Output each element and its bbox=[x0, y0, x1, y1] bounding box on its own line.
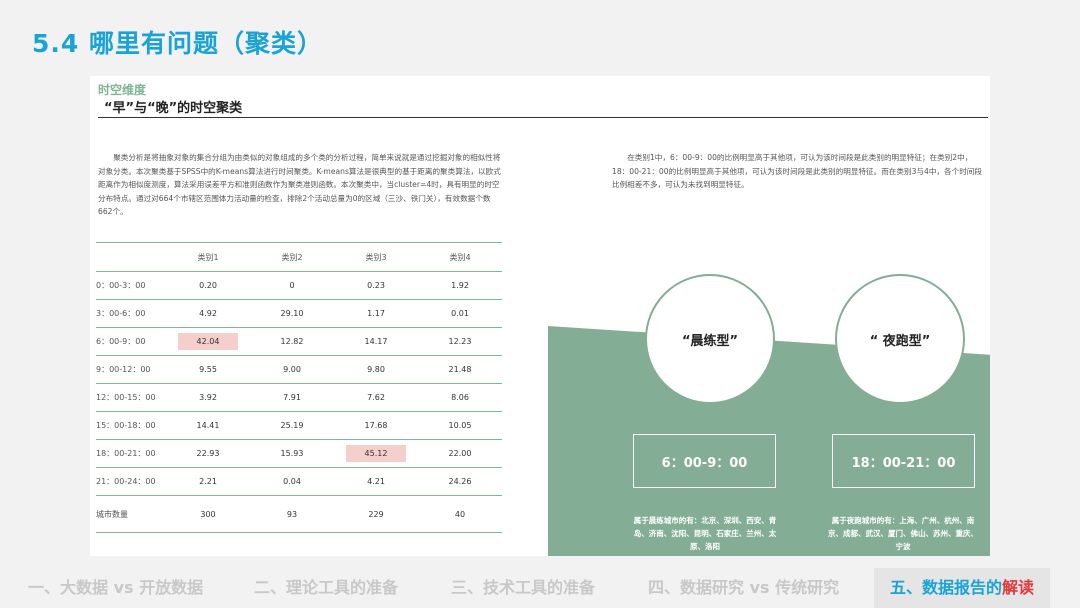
highlighted-cell: 45.12 bbox=[346, 445, 406, 462]
time-cell: 3：00-6：00 bbox=[96, 299, 166, 328]
nav-item-data-research[interactable]: 四、数据研究 vs 传统研究 bbox=[648, 568, 839, 608]
table-cell: 300 bbox=[200, 509, 216, 519]
table-row: 15：00-18：00 14.41 25.19 17.68 10.05 bbox=[96, 411, 502, 440]
night-type-label: “ 夜跑型” bbox=[869, 333, 931, 349]
table-cell: 7.91 bbox=[283, 393, 301, 402]
table-cell: 40 bbox=[454, 509, 466, 519]
morning-type-circle: “晨练型” bbox=[645, 274, 775, 404]
table-cell: 14.41 bbox=[196, 421, 220, 430]
table-cell: 12.23 bbox=[448, 337, 472, 346]
table-cell: 9.00 bbox=[283, 365, 301, 374]
bottom-nav: 一、大数据 vs 开放数据 二、理论工具的准备 三、技术工具的准备 四、数据研究… bbox=[0, 568, 1080, 608]
table-cell: 15.93 bbox=[280, 449, 304, 458]
table-cell: 22.00 bbox=[448, 449, 472, 458]
table-cell: 1.17 bbox=[367, 309, 385, 318]
table-cell: 29.10 bbox=[280, 309, 304, 318]
time-cell: 18：00-21：00 bbox=[96, 439, 166, 468]
table-cell: 22.93 bbox=[196, 449, 220, 458]
table-cell: 25.19 bbox=[280, 421, 304, 430]
table-cell: 17.68 bbox=[364, 421, 388, 430]
table-cell: 9.55 bbox=[199, 365, 217, 374]
night-time-label: 18：00-21：00 bbox=[851, 455, 956, 471]
nav-active-prefix: 五、数据报告的 bbox=[890, 578, 1003, 597]
nav-item-data-report[interactable]: 五、数据报告的解读 bbox=[874, 568, 1051, 608]
table-header: 类别3 bbox=[334, 242, 418, 272]
table-cell: 4.21 bbox=[367, 477, 385, 486]
morning-time-box: 6：00-9：00 bbox=[633, 434, 776, 488]
section-tag: 时空维度 bbox=[98, 83, 147, 97]
table-cell: 3.92 bbox=[199, 393, 217, 402]
table-row: 9：00-12：00 9.55 9.00 9.80 21.48 bbox=[96, 355, 502, 384]
table-row: 3：00-6：00 4.92 29.10 1.17 0.01 bbox=[96, 299, 502, 328]
time-cell: 0：00-3：00 bbox=[96, 271, 166, 300]
content-panel: 时空维度 “早”与“晚”的时空聚类 聚类分析是将抽象对象的集合分组为由类似的对象… bbox=[90, 76, 990, 556]
nav-item-big-data[interactable]: 一、大数据 vs 开放数据 bbox=[28, 568, 203, 608]
table-cell: 0 bbox=[289, 281, 295, 290]
table-row: 21：00-24：00 2.21 0.04 4.21 24.26 bbox=[96, 467, 502, 496]
table-cell: 1.92 bbox=[451, 281, 469, 290]
time-cell: 15：00-18：00 bbox=[96, 411, 166, 440]
time-cell: 21：00-24：00 bbox=[96, 467, 166, 496]
table-cell: 14.17 bbox=[364, 337, 388, 346]
table-row: 18：00-21：00 22.93 15.93 45.12 22.00 bbox=[96, 439, 502, 468]
table-cell: 93 bbox=[286, 509, 298, 519]
table-cell: 0.20 bbox=[199, 281, 217, 290]
table-cell: 4.92 bbox=[199, 309, 217, 318]
table-header: 类别1 bbox=[166, 242, 250, 272]
table-cell: 24.26 bbox=[448, 477, 472, 486]
paragraph-right: 在类别1中，6：00-9：00的比例明显高于其他项，可认为该时间段是此类别的明显… bbox=[612, 153, 982, 190]
night-type-circle: “ 夜跑型” bbox=[835, 274, 965, 404]
table-cell: 7.62 bbox=[367, 393, 385, 402]
nav-active-suffix: 解读 bbox=[1002, 578, 1035, 597]
table-header: 类别4 bbox=[418, 242, 502, 272]
nav-item-tech-tools[interactable]: 三、技术工具的准备 bbox=[451, 568, 595, 608]
time-cell: 12：00-15：00 bbox=[96, 383, 166, 412]
night-time-box: 18：00-21：00 bbox=[832, 434, 975, 488]
table-cell: 21.48 bbox=[448, 365, 472, 374]
table-cell: 229 bbox=[368, 509, 384, 519]
table-cell: 0.04 bbox=[283, 477, 301, 486]
morning-type-label: “晨练型” bbox=[681, 333, 739, 349]
table-header-row: 类别1 类别2 类别3 类别4 bbox=[96, 242, 502, 272]
night-cities-text: 属于夜跑城市的有：上海、广州、杭州、南京、成都、武汉、厦门、佛山、苏州、重庆、宁… bbox=[828, 516, 978, 551]
highlighted-cell: 42.04 bbox=[178, 333, 238, 350]
time-cell: 城市数量 bbox=[96, 495, 166, 533]
paragraph-left: 聚类分析是将抽象对象的集合分组为由类似的对象组成的多个类的分析过程，简单来说就是… bbox=[98, 153, 501, 217]
table-cell: 12.82 bbox=[280, 337, 304, 346]
table-cell: 9.80 bbox=[367, 365, 385, 374]
page-title: 5.4 哪里有问题（聚类） bbox=[32, 29, 323, 58]
table-header: 类别2 bbox=[250, 242, 334, 272]
table-cell: 8.06 bbox=[451, 393, 469, 402]
table-header bbox=[96, 242, 166, 272]
table-cell: 0.23 bbox=[367, 281, 385, 290]
divider bbox=[98, 117, 988, 118]
table-cell: 0.01 bbox=[451, 309, 469, 318]
table-row: 城市数量 300 93 229 40 bbox=[96, 495, 502, 533]
section-title: “早”与“晚”的时空聚类 bbox=[104, 101, 243, 116]
table-row: 12：00-15：00 3.92 7.91 7.62 8.06 bbox=[96, 383, 502, 412]
cluster-table: 类别1 类别2 类别3 类别4 0：00-3：00 0.20 0 0.23 1.… bbox=[96, 242, 502, 533]
morning-time-label: 6：00-9：00 bbox=[661, 455, 748, 471]
time-cell: 9：00-12：00 bbox=[96, 355, 166, 384]
table-row: 6：00-9：00 42.04 12.82 14.17 12.23 bbox=[96, 327, 502, 356]
table-row: 0：00-3：00 0.20 0 0.23 1.92 bbox=[96, 271, 502, 300]
nav-item-theory-tools[interactable]: 二、理论工具的准备 bbox=[254, 568, 398, 608]
time-cell: 6：00-9：00 bbox=[96, 327, 166, 356]
table-cell: 2.21 bbox=[199, 477, 217, 486]
morning-cities-text: 属于晨练城市的有：北京、深圳、西安、青岛、济南、沈阳、昆明、石家庄、兰州、太原、… bbox=[633, 516, 777, 551]
table-cell: 10.05 bbox=[448, 421, 472, 430]
